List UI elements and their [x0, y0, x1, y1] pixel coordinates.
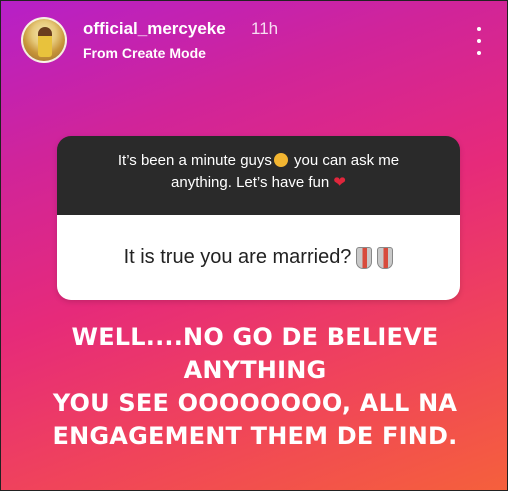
question-prompt: It’s been a minute guys you can ask me a… [57, 136, 460, 215]
prompt-text-part1: It’s been a minute guys [117, 152, 272, 169]
story-caption: WELL....NO GO DE BELIEVE ANYTHING YOU SE… [21, 321, 489, 453]
story-view: official_mercyeke 11h From Create Mode I… [0, 0, 508, 491]
question-text: It is true you are married? [123, 246, 352, 268]
story-header: official_mercyeke 11h From Create Mode [21, 17, 491, 69]
caption-line-3: ENGAGEMENT THEM DE FIND. [52, 422, 458, 450]
yawning-face-icon [273, 153, 288, 167]
avatar[interactable] [21, 17, 67, 63]
shield-icon [356, 246, 373, 269]
username-link[interactable]: official_mercyeke [83, 19, 226, 39]
post-time: 11h [251, 19, 279, 38]
shield-icon [377, 246, 394, 269]
heart-icon: ❤ [333, 174, 346, 191]
avatar-figure [38, 27, 52, 57]
create-mode-label: From Create Mode [83, 45, 206, 61]
more-vertical-icon[interactable] [473, 27, 485, 55]
caption-line-1: WELL....NO GO DE BELIEVE ANYTHING [71, 323, 439, 384]
question-sticker[interactable]: It’s been a minute guys you can ask me a… [57, 136, 460, 300]
caption-line-2: YOU SEE OOOOOOOO, ALL NA [52, 389, 458, 417]
question-answer: It is true you are married? [57, 215, 460, 300]
